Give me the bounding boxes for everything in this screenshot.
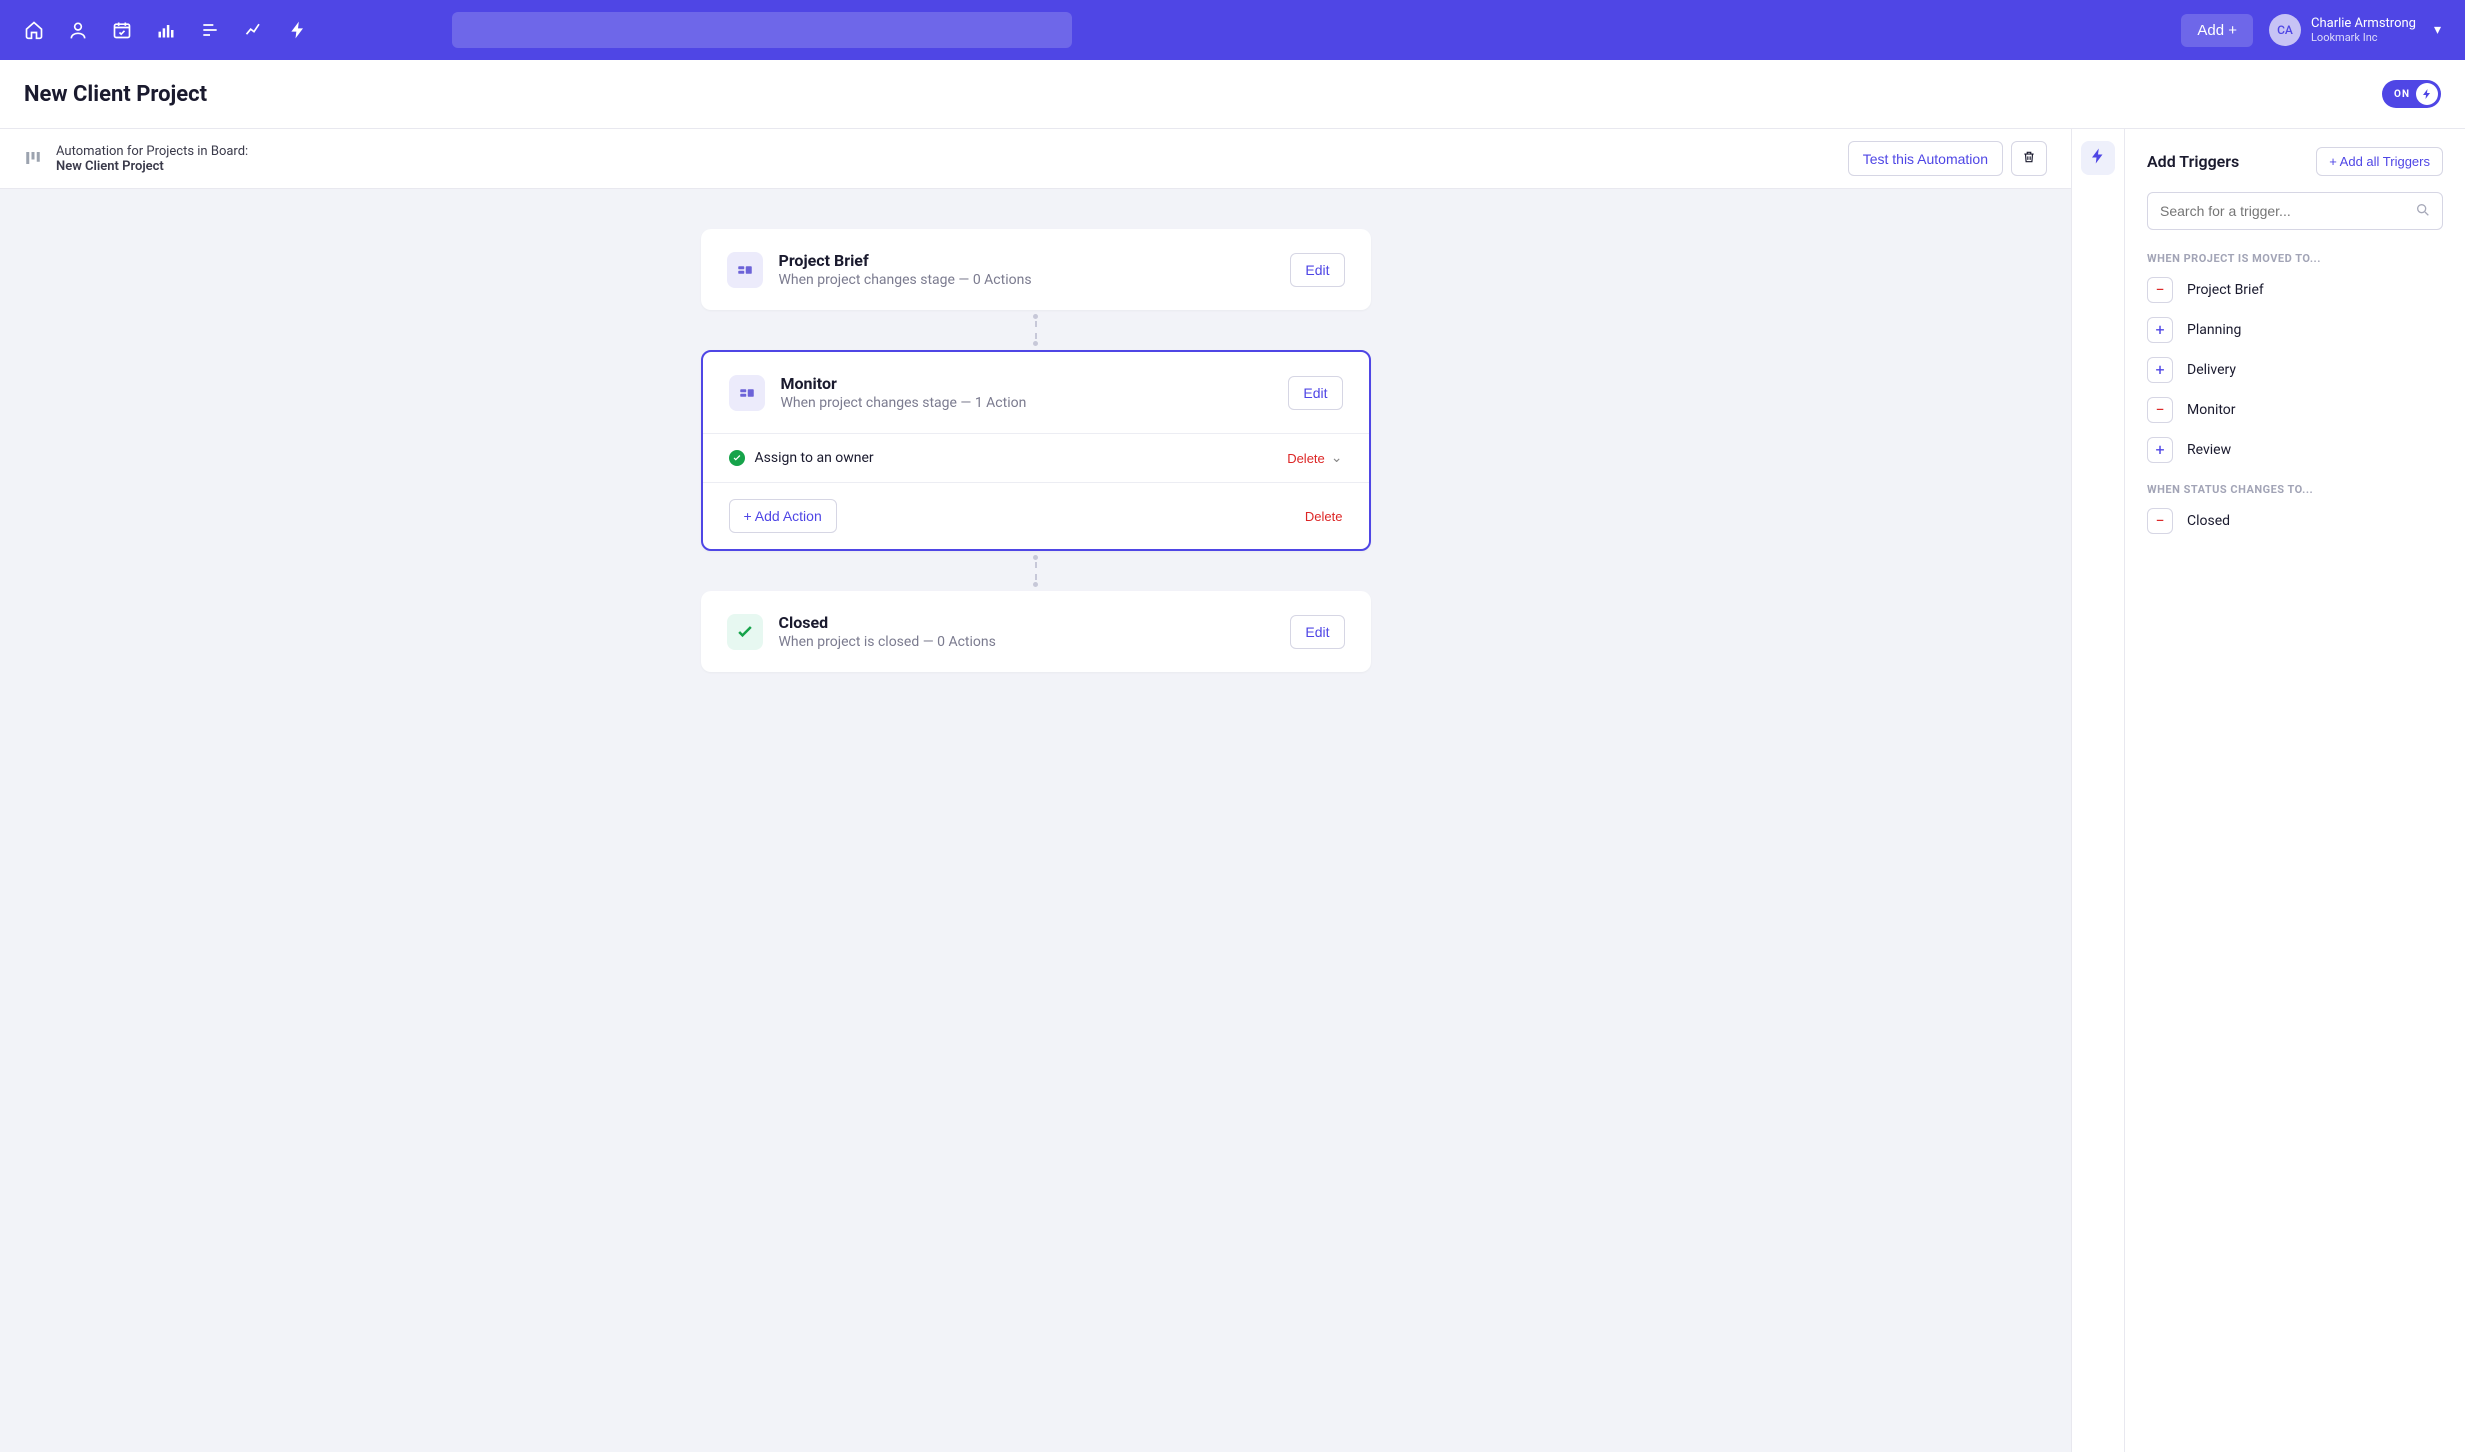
panel-title: Add Triggers: [2147, 152, 2239, 171]
trigger-row: + Delivery: [2147, 357, 2443, 383]
chevron-down-icon[interactable]: ⌄: [1331, 450, 1343, 466]
delete-stage-button[interactable]: Delete: [1305, 509, 1343, 524]
stage-card-head: Monitor When project changes stage — 1 A…: [703, 352, 1369, 433]
remove-trigger-button[interactable]: −: [2147, 508, 2173, 534]
test-automation-button[interactable]: Test this Automation: [1848, 141, 2003, 176]
nav-icon-group: [24, 20, 308, 40]
stage-subtitle: When project changes stage — 1 Action: [781, 395, 1027, 411]
canvas-wrap: Automation for Projects in Board: New Cl…: [0, 129, 2071, 1452]
automation-bar: Automation for Projects in Board: New Cl…: [0, 129, 2071, 189]
add-action-button[interactable]: + Add Action: [729, 499, 837, 533]
connector: [1033, 555, 1038, 587]
panel-head: Add Triggers + Add all Triggers: [2147, 147, 2443, 176]
bars-icon[interactable]: [156, 20, 176, 40]
stage-subtitle: When project is closed — 0 Actions: [779, 634, 996, 650]
delete-action-button[interactable]: Delete: [1287, 451, 1325, 466]
stage-card[interactable]: Monitor When project changes stage — 1 A…: [701, 350, 1371, 551]
stage-title: Monitor: [781, 374, 1027, 393]
main-layout: Automation for Projects in Board: New Cl…: [0, 129, 2465, 1452]
add-button[interactable]: Add +: [2181, 14, 2253, 47]
automation-bar-actions: Test this Automation: [1848, 141, 2047, 176]
search-input[interactable]: [452, 12, 1072, 48]
trigger-row: − Closed: [2147, 508, 2443, 534]
trigger-row: − Monitor: [2147, 397, 2443, 423]
section-label: WHEN PROJECT IS MOVED TO...: [2147, 252, 2443, 265]
edit-stage-button[interactable]: Edit: [1290, 615, 1344, 649]
stage-card-foot: + Add Action Delete: [703, 482, 1369, 549]
edit-stage-button[interactable]: Edit: [1290, 253, 1344, 287]
toggle-knob-icon: [2416, 83, 2438, 105]
user-text: Charlie Armstrong Lookmark Inc: [2311, 16, 2416, 44]
user-menu[interactable]: CA Charlie Armstrong Lookmark Inc ▾: [2269, 14, 2441, 46]
board-icon: [24, 149, 44, 169]
automation-bar-text: Automation for Projects in Board: New Cl…: [56, 144, 248, 174]
automation-board-name: New Client Project: [56, 159, 248, 174]
stage-title: Project Brief: [779, 251, 1032, 270]
list-icon[interactable]: [200, 20, 220, 40]
remove-trigger-button[interactable]: −: [2147, 397, 2173, 423]
section-label: WHEN STATUS CHANGES TO...: [2147, 483, 2443, 496]
trigger-search-wrap: [2147, 192, 2443, 230]
user-name: Charlie Armstrong: [2311, 16, 2416, 31]
automation-canvas: Project Brief When project changes stage…: [0, 189, 2071, 1452]
trend-icon[interactable]: [244, 20, 264, 40]
add-trigger-button[interactable]: +: [2147, 357, 2173, 383]
add-trigger-button[interactable]: +: [2147, 317, 2173, 343]
automation-prefix: Automation for Projects in Board:: [56, 144, 248, 159]
trigger-label: Delivery: [2187, 362, 2236, 378]
stage-title: Closed: [779, 613, 996, 632]
user-org: Lookmark Inc: [2311, 31, 2416, 44]
nav-right: Add + CA Charlie Armstrong Lookmark Inc …: [2181, 14, 2441, 47]
trigger-search-input[interactable]: [2147, 192, 2443, 230]
avatar: CA: [2269, 14, 2301, 46]
bolt-icon: [2089, 147, 2107, 169]
action-row[interactable]: Assign to an owner Delete ⌄: [703, 433, 1369, 482]
check-icon: [729, 450, 745, 466]
trigger-label: Planning: [2187, 322, 2241, 338]
home-icon[interactable]: [24, 20, 44, 40]
trigger-label: Project Brief: [2187, 282, 2264, 298]
page-header: New Client Project ON: [0, 60, 2465, 129]
board-stage-icon: [729, 375, 765, 411]
top-nav: Add + CA Charlie Armstrong Lookmark Inc …: [0, 0, 2465, 60]
check-stage-icon: [727, 614, 763, 650]
remove-trigger-button[interactable]: −: [2147, 277, 2173, 303]
person-icon[interactable]: [68, 20, 88, 40]
panel-rail: [2071, 129, 2125, 1452]
triggers-panel: Add Triggers + Add all Triggers WHEN PRO…: [2125, 129, 2465, 1452]
stage-subtitle: When project changes stage — 0 Actions: [779, 272, 1032, 288]
toggle-label: ON: [2394, 89, 2410, 100]
trash-icon: [2022, 150, 2036, 167]
search-icon: [2415, 202, 2431, 222]
stage-card-head: Project Brief When project changes stage…: [701, 229, 1371, 310]
trigger-row: − Project Brief: [2147, 277, 2443, 303]
add-all-triggers-button[interactable]: + Add all Triggers: [2316, 147, 2443, 176]
trigger-label: Review: [2187, 442, 2231, 458]
trigger-row: + Review: [2147, 437, 2443, 463]
automation-toggle[interactable]: ON: [2382, 80, 2441, 108]
stage-card[interactable]: Project Brief When project changes stage…: [701, 229, 1371, 310]
stage-card-head: Closed When project is closed — 0 Action…: [701, 591, 1371, 672]
trigger-label: Closed: [2187, 513, 2230, 529]
trigger-row: + Planning: [2147, 317, 2443, 343]
global-search: [452, 12, 1072, 48]
calendar-icon[interactable]: [112, 20, 132, 40]
delete-automation-button[interactable]: [2011, 141, 2047, 176]
action-label: Assign to an owner: [755, 450, 874, 466]
stage-card[interactable]: Closed When project is closed — 0 Action…: [701, 591, 1371, 672]
connector: [1033, 314, 1038, 346]
chevron-down-icon: ▾: [2434, 22, 2441, 38]
add-trigger-button[interactable]: +: [2147, 437, 2173, 463]
trigger-label: Monitor: [2187, 402, 2236, 418]
board-stage-icon: [727, 252, 763, 288]
edit-stage-button[interactable]: Edit: [1288, 376, 1342, 410]
page-title: New Client Project: [24, 82, 207, 107]
bolt-icon[interactable]: [288, 20, 308, 40]
rail-triggers-button[interactable]: [2081, 141, 2115, 175]
